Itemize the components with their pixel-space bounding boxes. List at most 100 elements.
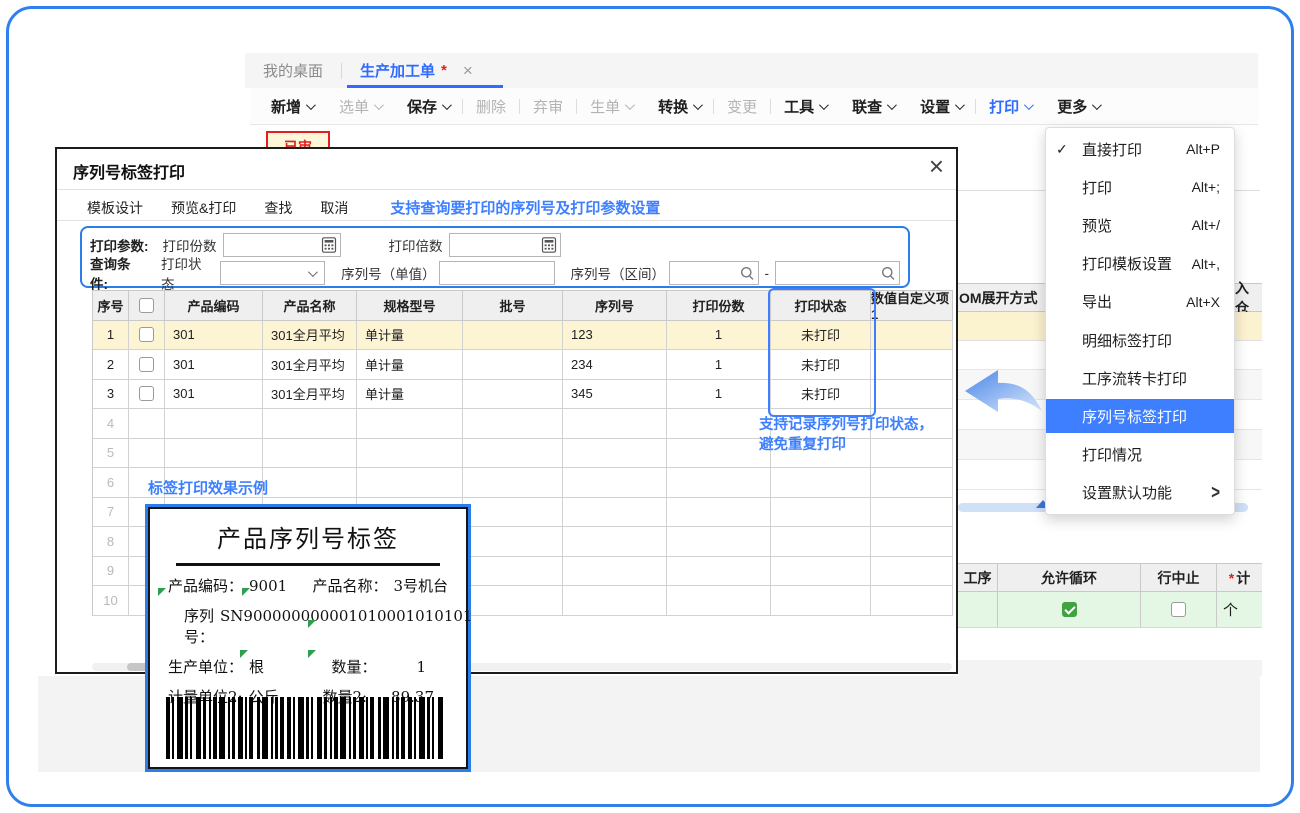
toolbar-button[interactable]: 转换 bbox=[645, 96, 713, 117]
tab-my-desktop[interactable]: 我的桌面 bbox=[245, 53, 341, 88]
barcode-bar bbox=[219, 697, 225, 759]
template-design-button[interactable]: 模板设计 bbox=[87, 198, 143, 218]
sn-single-input[interactable] bbox=[439, 261, 554, 285]
print-menu-item[interactable]: 打印Alt+; bbox=[1046, 170, 1234, 204]
toolbar-button[interactable]: 设置 bbox=[907, 96, 975, 117]
toolbar-button[interactable]: 新增 bbox=[258, 96, 326, 117]
empty-table-cell bbox=[771, 468, 871, 498]
sn-value: SN900000000001010001010101 bbox=[220, 607, 472, 625]
barcode-bar bbox=[414, 697, 416, 759]
toolbar-button-label: 保存 bbox=[407, 96, 437, 117]
print-menu-item[interactable]: 序列号标签打印 bbox=[1046, 399, 1234, 433]
print-status-select[interactable] bbox=[220, 261, 325, 285]
chevron-down-icon bbox=[374, 100, 384, 110]
unit-label: 生产单位： bbox=[168, 656, 243, 677]
search-button[interactable]: 查找 bbox=[264, 198, 292, 218]
empty-table-cell bbox=[871, 557, 953, 587]
chevron-down-icon bbox=[1024, 100, 1034, 110]
row-checkbox[interactable] bbox=[139, 386, 154, 401]
toolbar-button[interactable]: 生单 bbox=[577, 96, 645, 117]
dialog-title: 序列号标签打印 bbox=[73, 159, 185, 183]
menu-item-label: 直接打印 bbox=[1082, 139, 1142, 160]
toolbar-button[interactable]: 变更 bbox=[714, 96, 770, 117]
row-checkbox[interactable] bbox=[139, 327, 154, 342]
barcode-bar bbox=[257, 697, 260, 759]
empty-table-cell bbox=[563, 557, 667, 587]
toolbar-button[interactable]: 工具 bbox=[771, 96, 839, 117]
print-menu-item[interactable]: 打印模板设置Alt+, bbox=[1046, 247, 1234, 281]
tab-close-icon[interactable]: × bbox=[463, 61, 473, 81]
toolbar-button[interactable]: 删除 bbox=[463, 96, 519, 117]
preview-print-button[interactable]: 预览&打印 bbox=[171, 198, 236, 218]
search-icon bbox=[740, 266, 755, 281]
search-icon bbox=[881, 266, 896, 281]
toolbar-button[interactable]: 保存 bbox=[394, 96, 462, 117]
print-menu-item[interactable]: ✓直接打印Alt+P bbox=[1046, 132, 1234, 166]
toolbar-button[interactable]: 联查 bbox=[839, 96, 907, 117]
empty-table-cell bbox=[871, 527, 953, 557]
name-label: 产品名称： bbox=[312, 575, 387, 596]
print-menu-item[interactable]: 工序流转卡打印 bbox=[1046, 361, 1234, 395]
process-table-empty-row bbox=[958, 628, 1262, 662]
print-params-panel: 打印参数: 打印份数 打印倍数 查询条件: 打印状态 序列号（单值） 序列号（区… bbox=[80, 226, 910, 288]
empty-cell bbox=[1141, 628, 1217, 661]
sn-range-from-input[interactable] bbox=[669, 261, 759, 285]
screenshot-stage: OM展开方式 入仓 工序 允许循环 行中止 * 计 bbox=[0, 0, 1300, 813]
empty-cell bbox=[998, 628, 1141, 661]
multiple-label: 打印倍数 bbox=[389, 235, 443, 255]
empty-table-cell bbox=[667, 557, 771, 587]
barcode-bar bbox=[249, 697, 253, 759]
row-checkbox[interactable] bbox=[139, 357, 154, 372]
barcode-bar bbox=[185, 697, 188, 759]
menu-item-label: 打印情况 bbox=[1082, 444, 1142, 465]
chevron-down-icon bbox=[887, 100, 897, 110]
empty-table-cell: 9 bbox=[93, 557, 129, 587]
barcode-bar bbox=[378, 697, 381, 759]
barcode-bar bbox=[370, 697, 374, 759]
empty-table-cell: 5 bbox=[93, 439, 129, 469]
table-cell: 单计量 bbox=[357, 321, 463, 351]
empty-table-cell bbox=[667, 527, 771, 557]
select-all-checkbox[interactable] bbox=[139, 298, 154, 313]
params-group-label: 打印参数: bbox=[90, 235, 149, 255]
cancel-button[interactable]: 取消 bbox=[320, 198, 348, 218]
table-cell: 301 bbox=[165, 350, 263, 380]
row-stop-checkbox[interactable] bbox=[1171, 602, 1186, 617]
toolbar-button[interactable]: 选单 bbox=[326, 96, 394, 117]
print-menu-item[interactable]: 设置默认功能> bbox=[1046, 476, 1234, 510]
toolbar-button-label: 更多 bbox=[1057, 96, 1087, 117]
toolbar-button[interactable]: 更多 bbox=[1044, 96, 1112, 117]
print-menu-item[interactable]: 预览Alt+/ bbox=[1046, 208, 1234, 242]
empty-table-cell: 10 bbox=[93, 586, 129, 616]
multiple-input[interactable] bbox=[449, 233, 561, 257]
table-cell bbox=[871, 350, 953, 380]
barcode-bar bbox=[172, 697, 174, 759]
allow-loop-checkbox-checked[interactable] bbox=[1062, 602, 1077, 617]
checkmark-icon: ✓ bbox=[1056, 141, 1068, 158]
toolbar-button[interactable]: 弃审 bbox=[520, 96, 576, 117]
empty-table-cell bbox=[357, 468, 463, 498]
bom-column-header: OM展开方式 bbox=[958, 288, 1038, 308]
menu-item-label: 设置默认功能 bbox=[1082, 482, 1172, 503]
copies-input[interactable] bbox=[223, 233, 341, 257]
range-dash: - bbox=[765, 266, 770, 281]
barcode-bar bbox=[213, 697, 217, 759]
table-cell: 未打印 bbox=[771, 321, 871, 351]
toolbar-button[interactable]: 打印 bbox=[976, 96, 1044, 117]
tab-production-order[interactable]: 生产加工单 * × bbox=[342, 53, 491, 88]
table-cell: 301全月平均 bbox=[263, 321, 357, 351]
print-menu-item[interactable]: 导出Alt+X bbox=[1046, 285, 1234, 319]
sn-range-to-input[interactable] bbox=[775, 261, 900, 285]
barcode-bar bbox=[349, 697, 351, 759]
print-menu-item[interactable]: 打印情况 bbox=[1046, 438, 1234, 472]
barcode-bar bbox=[330, 697, 332, 759]
print-menu-item[interactable]: 明细标签打印 bbox=[1046, 323, 1234, 357]
empty-table-cell bbox=[871, 586, 953, 616]
empty-table-cell bbox=[463, 586, 563, 616]
empty-cell bbox=[1217, 628, 1262, 661]
empty-table-cell bbox=[667, 468, 771, 498]
empty-table-cell: 7 bbox=[93, 498, 129, 528]
process-table: 工序 允许循环 行中止 * 计 个 bbox=[958, 563, 1262, 662]
barcode-bar bbox=[396, 697, 399, 759]
dialog-close-icon[interactable]: × bbox=[929, 153, 944, 179]
